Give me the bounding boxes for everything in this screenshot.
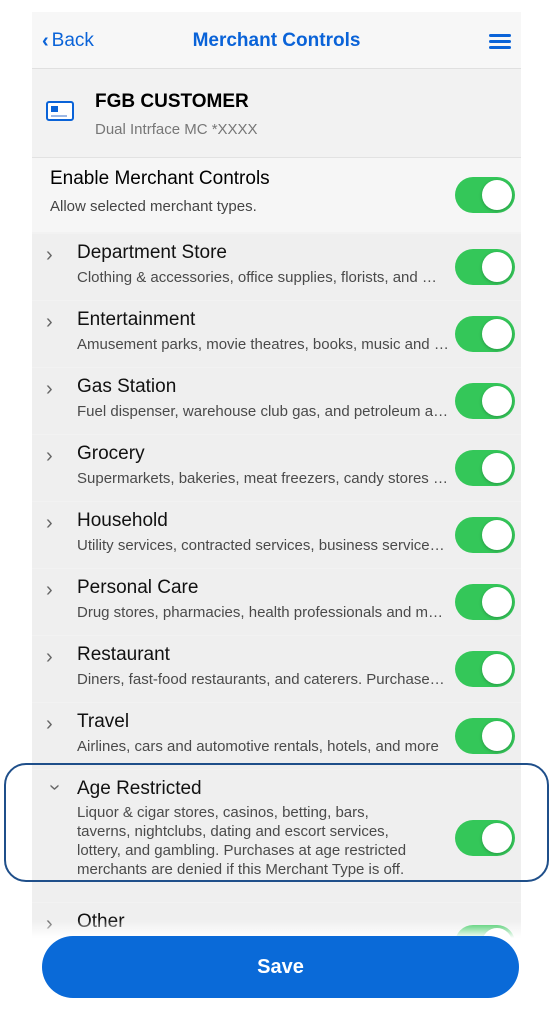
chevron-right-icon[interactable]: › xyxy=(46,714,60,734)
merchant-toggle-department-store[interactable] xyxy=(455,249,515,285)
merchant-item-title: Department Store xyxy=(77,242,227,263)
merchant-item-department-store[interactable]: › Department Store Clothing & accessorie… xyxy=(32,234,521,300)
merchant-item-desc: Clothing & accessories, office supplies,… xyxy=(77,269,449,286)
chevron-right-icon[interactable]: › xyxy=(46,446,60,466)
card-name: FGB CUSTOMER xyxy=(95,91,249,112)
merchant-item-desc: Drug stores, pharmacies, health professi… xyxy=(77,604,449,621)
merchant-item-title: Personal Care xyxy=(77,577,199,598)
merchant-item-entertainment[interactable]: › Entertainment Amusement parks, movie t… xyxy=(32,301,521,367)
chevron-right-icon[interactable]: › xyxy=(46,245,60,265)
merchant-item-desc: Amusement parks, movie theatres, books, … xyxy=(77,336,449,353)
merchant-toggle-travel[interactable] xyxy=(455,718,515,754)
chevron-right-icon[interactable]: › xyxy=(46,379,60,399)
merchant-item-desc: Utility services, contracted services, b… xyxy=(77,537,449,554)
merchant-item-title: Entertainment xyxy=(77,309,196,330)
merchant-toggle-restaurant[interactable] xyxy=(455,651,515,687)
merchant-item-household[interactable]: › Household Utility services, contracted… xyxy=(32,502,521,568)
card-subtitle: Dual Intrface MC *XXXX xyxy=(95,121,258,138)
chevron-right-icon[interactable]: › xyxy=(46,647,60,667)
merchant-item-gas-station[interactable]: › Gas Station Fuel dispenser, warehouse … xyxy=(32,368,521,434)
merchant-toggle-grocery[interactable] xyxy=(455,450,515,486)
merchant-item-title: Household xyxy=(77,510,168,531)
merchant-item-travel[interactable]: › Travel Airlines, cars and automotive r… xyxy=(32,703,521,769)
merchant-item-personal-care[interactable]: › Personal Care Drug stores, pharmacies,… xyxy=(32,569,521,635)
merchant-item-title: Restaurant xyxy=(77,644,170,665)
save-bar: Save xyxy=(32,920,521,1014)
merchant-item-desc: Supermarkets, bakeries, meat freezers, c… xyxy=(77,470,449,487)
merchant-item-desc: Fuel dispenser, warehouse club gas, and … xyxy=(77,403,449,420)
enable-merchant-controls-toggle[interactable] xyxy=(455,177,515,213)
merchant-item-title: Age Restricted xyxy=(77,778,202,799)
merchant-toggle-entertainment[interactable] xyxy=(455,316,515,352)
merchant-item-title: Travel xyxy=(77,711,130,732)
merchant-toggle-personal-care[interactable] xyxy=(455,584,515,620)
merchant-controls-screen: ‹ Back Merchant Controls FGB CUSTOMER Du… xyxy=(32,12,521,1014)
merchant-item-desc: Diners, fast-food restaurants, and cater… xyxy=(77,671,449,688)
merchant-item-title: Grocery xyxy=(77,443,145,464)
merchant-item-desc: Liquor & cigar stores, casinos, betting,… xyxy=(77,804,407,878)
enable-merchant-controls-row: Enable Merchant Controls Allow selected … xyxy=(32,158,521,232)
merchant-item-restaurant[interactable]: › Restaurant Diners, fast-food restauran… xyxy=(32,636,521,702)
page-title: Merchant Controls xyxy=(192,30,361,51)
chevron-right-icon[interactable]: › xyxy=(46,312,60,332)
merchant-item-grocery[interactable]: › Grocery Supermarkets, bakeries, meat f… xyxy=(32,435,521,501)
navigation-bar: ‹ Back Merchant Controls xyxy=(32,12,521,69)
merchant-toggle-gas-station[interactable] xyxy=(455,383,515,419)
merchant-item-desc: Airlines, cars and automotive rentals, h… xyxy=(77,738,439,755)
merchant-item-title: Gas Station xyxy=(77,376,177,397)
chevron-right-icon[interactable]: › xyxy=(46,580,60,600)
save-button[interactable]: Save xyxy=(42,936,519,998)
chevron-down-icon[interactable]: › xyxy=(44,784,66,798)
merchant-toggle-household[interactable] xyxy=(455,517,515,553)
card-header: FGB CUSTOMER Dual Intrface MC *XXXX xyxy=(32,69,521,158)
chevron-right-icon[interactable]: › xyxy=(46,513,60,533)
credit-card-icon xyxy=(46,101,74,121)
merchant-item-age-restricted[interactable]: › Age Restricted Liquor & cigar stores, … xyxy=(32,770,521,902)
enable-title: Enable Merchant Controls xyxy=(50,168,270,189)
hamburger-menu-icon[interactable] xyxy=(489,34,511,50)
enable-subtitle: Allow selected merchant types. xyxy=(50,198,257,215)
merchant-toggle-age-restricted[interactable] xyxy=(455,820,515,856)
